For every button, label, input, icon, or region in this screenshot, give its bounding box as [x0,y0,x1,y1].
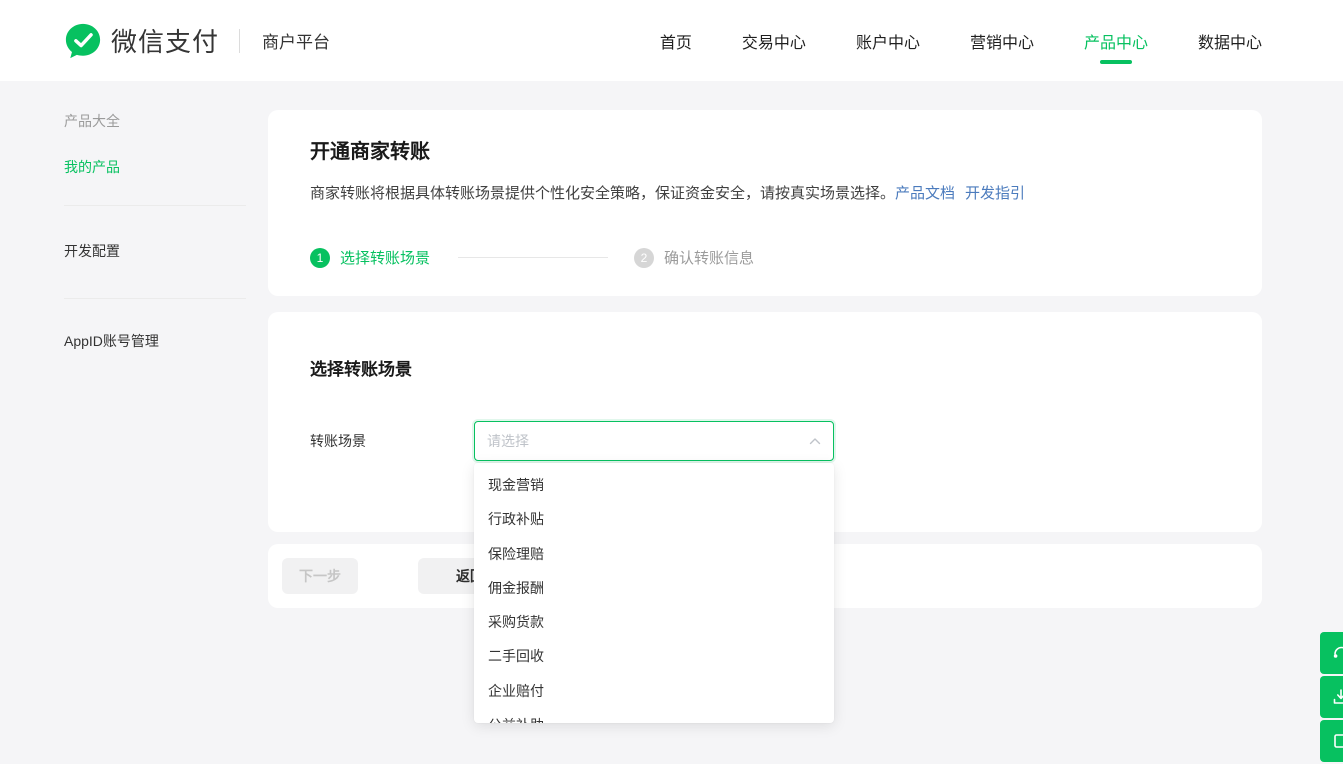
dropdown-option-insurance-claim[interactable]: 保险理赔 [474,537,834,571]
step-1-number: 1 [310,248,330,268]
step-2-label: 确认转账信息 [664,247,754,268]
main-content: 开通商家转账 商家转账将根据具体转账场景提供个性化安全策略，保证资金安全，请按真… [268,110,1262,608]
top-nav: 首页 交易中心 账户中心 营销中心 产品中心 数据中心 [660,0,1262,81]
more-tools-icon [1331,731,1343,751]
transfer-scene-select-wrap: 请选择 现金营销 行政补贴 保险理赔 佣金报酬 采购货款 二手回收 企业赔付 公… [474,421,834,461]
feedback-icon [1331,687,1343,707]
dropdown-option-partial[interactable]: 公益补助 [474,708,834,723]
more-tools-button[interactable] [1320,720,1343,762]
portal-name: 商户平台 [262,28,330,53]
nav-item-account[interactable]: 账户中心 [856,0,920,81]
nav-item-marketing[interactable]: 营销中心 [970,0,1034,81]
sidebar-item-dev-config[interactable]: 开发配置 [64,241,246,261]
step-connector-line [458,257,608,258]
dev-guide-link[interactable]: 开发指引 [965,185,1025,202]
page-title: 开通商家转账 [310,138,1222,166]
page-description: 商家转账将根据具体转账场景提供个性化安全策略，保证资金安全，请按真实场景选择。产… [310,183,1222,205]
transfer-scene-label: 转账场景 [310,431,474,451]
chevron-up-icon [809,437,821,445]
sidebar-divider [64,205,246,206]
nav-item-transactions[interactable]: 交易中心 [742,0,806,81]
nav-item-home[interactable]: 首页 [660,0,692,81]
step-indicator: 1 选择转账场景 2 确认转账信息 [310,247,1222,268]
sidebar: 产品大全 我的产品 开发配置 AppID账号管理 [64,111,246,351]
dropdown-option-cash-marketing[interactable]: 现金营销 [474,468,834,502]
description-text: 商家转账将根据具体转账场景提供个性化安全策略，保证资金安全，请按真实场景选择。 [310,185,895,202]
section-heading: 选择转账场景 [310,358,1220,382]
feedback-button[interactable] [1320,676,1343,718]
floating-toolbar [1320,632,1343,764]
scene-form-card: 选择转账场景 转账场景 请选择 现金营销 行政补贴 保险理赔 佣金报酬 采购货款… [268,312,1262,532]
dropdown-option-admin-subsidy[interactable]: 行政补贴 [474,502,834,536]
step-1-label: 选择转账场景 [340,247,430,268]
transfer-scene-field-row: 转账场景 请选择 现金营销 行政补贴 保险理赔 佣金报酬 采购货款 二手回收 企… [310,421,1220,461]
next-step-button[interactable]: 下一步 [282,558,358,594]
dropdown-option-commission[interactable]: 佣金报酬 [474,571,834,605]
customer-service-icon [1331,643,1343,663]
nav-item-data[interactable]: 数据中心 [1198,0,1262,81]
header: 微信支付 商户平台 首页 交易中心 账户中心 营销中心 产品中心 数据中心 [0,0,1343,81]
step-2-number: 2 [634,248,654,268]
nav-item-products[interactable]: 产品中心 [1084,0,1148,81]
dropdown-option-procurement[interactable]: 采购货款 [474,605,834,639]
logo-divider [239,29,240,53]
select-placeholder: 请选择 [487,431,809,451]
transfer-scene-dropdown: 现金营销 行政补贴 保险理赔 佣金报酬 采购货款 二手回收 企业赔付 公益补助 [474,463,834,723]
dropdown-option-secondhand-recycle[interactable]: 二手回收 [474,639,834,673]
wechat-pay-logo-icon [64,22,102,60]
logo-text: 微信支付 [111,22,219,59]
sidebar-item-appid-management[interactable]: AppID账号管理 [64,331,246,351]
brand-logo[interactable]: 微信支付 商户平台 [64,22,330,60]
step-2: 2 确认转账信息 [634,247,754,268]
sidebar-item-my-products[interactable]: 我的产品 [64,157,246,177]
step-1: 1 选择转账场景 [310,247,430,268]
sidebar-divider [64,298,246,299]
transfer-scene-select[interactable]: 请选择 [474,421,834,461]
dropdown-option-enterprise-compensation[interactable]: 企业赔付 [474,674,834,708]
sidebar-item-product-catalog[interactable]: 产品大全 [64,111,246,131]
intro-card: 开通商家转账 商家转账将根据具体转账场景提供个性化安全策略，保证资金安全，请按真… [268,110,1262,296]
customer-service-button[interactable] [1320,632,1343,674]
product-doc-link[interactable]: 产品文档 [895,185,955,202]
